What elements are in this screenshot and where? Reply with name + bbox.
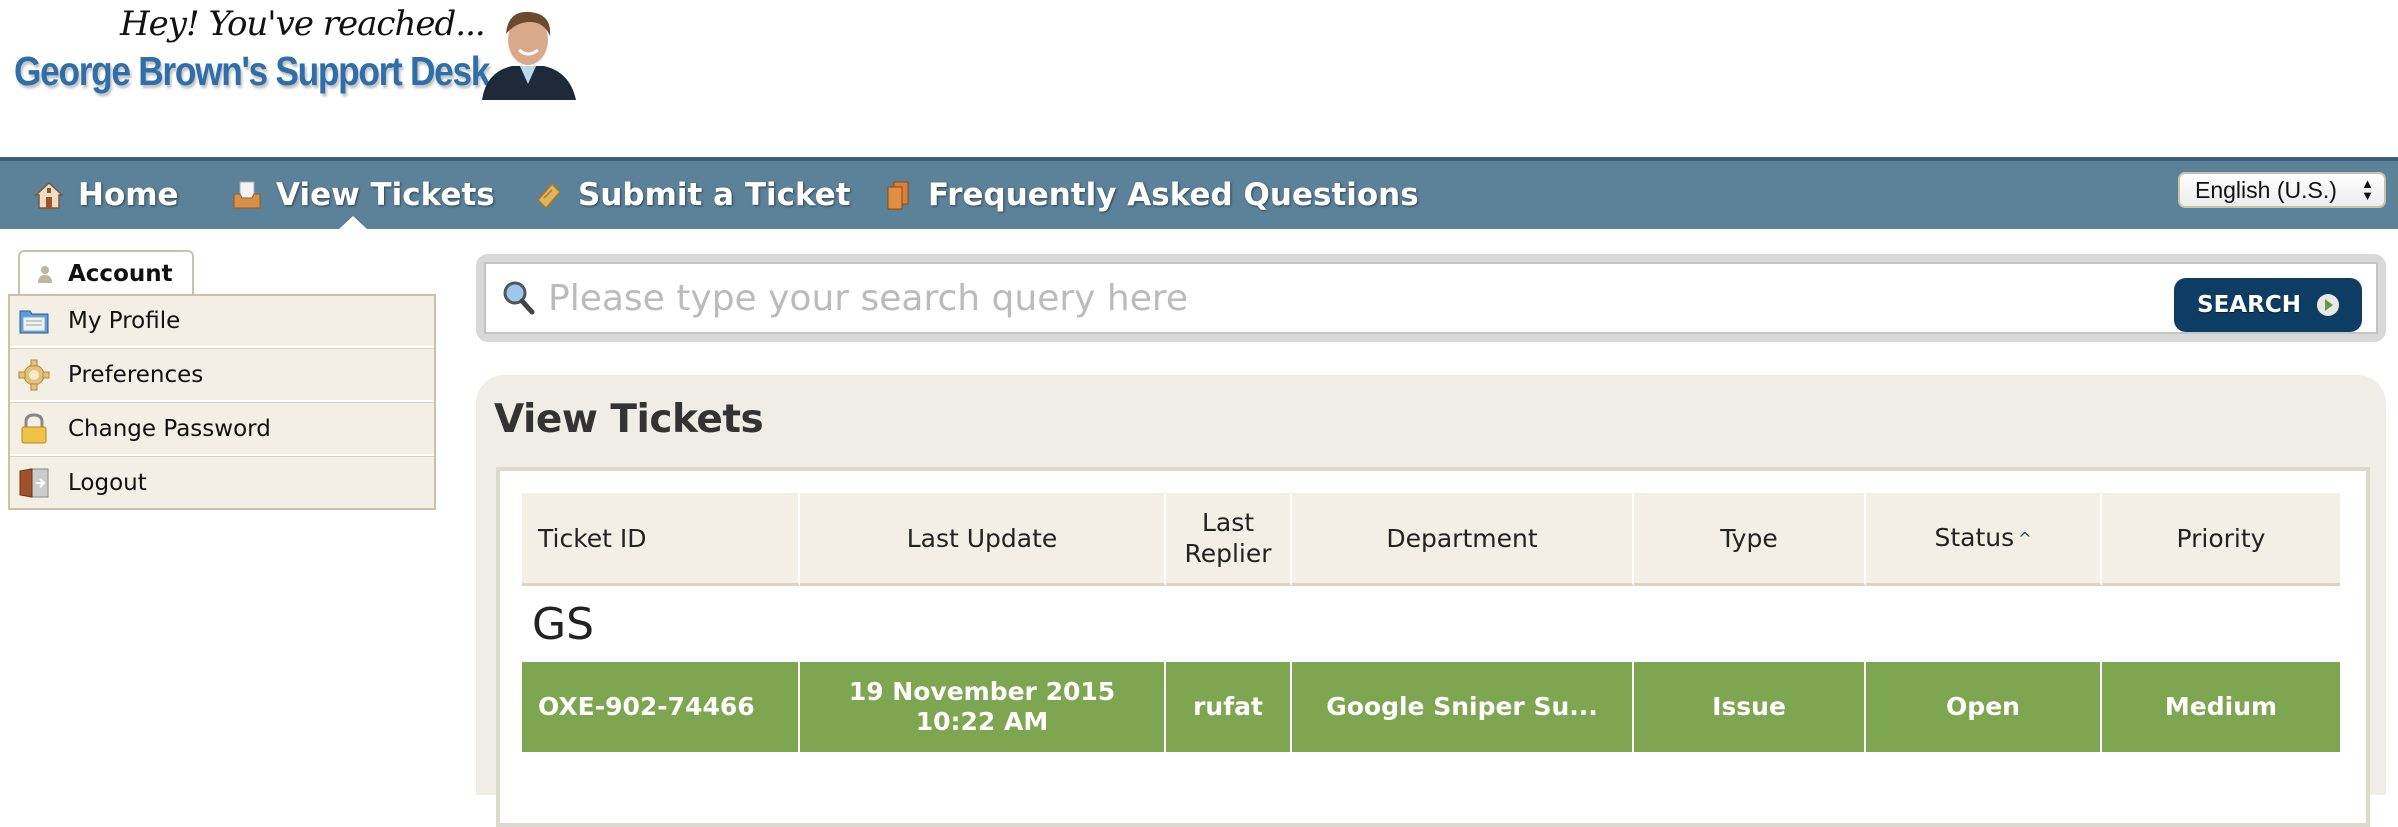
cell-department: Google Sniper Su... bbox=[1292, 662, 1634, 752]
main-nav: Home View Tickets Submit a Ticket Freque… bbox=[0, 157, 2398, 230]
column-header-last-replier[interactable]: Last Replier bbox=[1166, 493, 1292, 586]
cell-ticket-id[interactable]: OXE-902-74466 bbox=[522, 662, 800, 752]
group-header-row: GS bbox=[522, 586, 2340, 662]
column-header-label: Type bbox=[1720, 523, 1778, 553]
user-icon bbox=[38, 266, 52, 283]
tab-account[interactable]: Account bbox=[18, 250, 194, 296]
column-header-status[interactable]: Status ^ bbox=[1866, 493, 2102, 586]
nav-submit-ticket-label: Submit a Ticket bbox=[578, 177, 851, 213]
logo-title: George Brown's Support Desk bbox=[14, 48, 490, 94]
site-header: Hey! You've reached... George Brown's Su… bbox=[0, 0, 2398, 157]
language-select-value: English (U.S.) bbox=[2195, 176, 2337, 203]
cell-last-replier: rufat bbox=[1166, 662, 1292, 752]
nav-home-label: Home bbox=[78, 177, 179, 213]
last-update-time: 10:22 AM bbox=[915, 707, 1049, 736]
sidebar-item-label: My Profile bbox=[68, 308, 181, 334]
sidebar-item-label: Preferences bbox=[68, 362, 204, 388]
ticket-icon bbox=[536, 182, 562, 210]
person-photo-icon bbox=[482, 11, 576, 100]
tickets-table: Ticket ID Last Update Last Replier Depart… bbox=[522, 493, 2340, 752]
cell-last-update: 19 November 2015 10:22 AM bbox=[800, 662, 1166, 752]
column-header-label-line1: Last bbox=[1201, 508, 1255, 537]
column-header-type[interactable]: Type bbox=[1634, 493, 1866, 586]
table-header-row: Ticket ID Last Update Last Replier Depart… bbox=[522, 493, 2340, 586]
column-header-label: Priority bbox=[2176, 523, 2266, 553]
sidebar-item-my-profile[interactable]: My Profile bbox=[10, 296, 434, 348]
padlock-icon bbox=[21, 413, 47, 444]
sidebar-item-label: Logout bbox=[68, 470, 147, 496]
language-select[interactable]: English (U.S.) ▲ ▼ bbox=[2178, 172, 2386, 208]
cell-type: Issue bbox=[1634, 662, 1866, 752]
search-box: SEARCH bbox=[484, 262, 2378, 334]
nav-submit-ticket[interactable]: Submit a Ticket bbox=[534, 161, 851, 229]
cell-priority: Medium bbox=[2102, 662, 2340, 752]
search-input[interactable] bbox=[546, 272, 2050, 324]
books-icon bbox=[887, 181, 909, 210]
search-icon bbox=[503, 281, 535, 315]
site-logo[interactable]: Hey! You've reached... George Brown's Su… bbox=[10, 4, 580, 100]
tab-account-label: Account bbox=[68, 261, 173, 287]
column-header-label: Department bbox=[1386, 523, 1538, 553]
column-header-ticket-id[interactable]: Ticket ID bbox=[522, 493, 800, 586]
profile-folder-icon bbox=[19, 310, 49, 334]
select-arrows-icon: ▲ ▼ bbox=[2361, 176, 2374, 203]
account-menu: My Profile Preferences Change Password L… bbox=[8, 294, 436, 510]
nav-faq-label: Frequently Asked Questions bbox=[928, 177, 1419, 213]
column-header-last-update[interactable]: Last Update bbox=[800, 493, 1166, 586]
nav-faq[interactable]: Frequently Asked Questions bbox=[884, 161, 1419, 229]
inbox-tray-icon bbox=[233, 181, 261, 209]
sort-ascending-icon: ^ bbox=[2018, 529, 2032, 549]
play-arrow-icon bbox=[2316, 294, 2339, 316]
sidebar-item-preferences[interactable]: Preferences bbox=[10, 350, 434, 402]
column-header-priority[interactable]: Priority bbox=[2102, 493, 2340, 586]
group-name: GS bbox=[532, 598, 595, 650]
sidebar-item-label: Change Password bbox=[68, 416, 271, 442]
content-panel: View Tickets Ticket ID Last Update Last R… bbox=[476, 375, 2386, 827]
page-title: View Tickets bbox=[494, 397, 764, 442]
column-header-label: Ticket ID bbox=[538, 523, 647, 553]
house-icon bbox=[34, 181, 64, 209]
gear-icon bbox=[18, 359, 50, 391]
sidebar-item-logout[interactable]: Logout bbox=[10, 458, 434, 508]
nav-home[interactable]: Home bbox=[34, 161, 179, 229]
cell-status: Open bbox=[1866, 662, 2102, 752]
column-header-label: Status bbox=[1934, 522, 2015, 552]
column-header-label: Last Update bbox=[906, 523, 1058, 553]
tickets-container: Ticket ID Last Update Last Replier Depart… bbox=[496, 467, 2370, 827]
search-button[interactable]: SEARCH bbox=[2174, 278, 2362, 332]
door-icon bbox=[19, 468, 49, 498]
column-header-department[interactable]: Department bbox=[1292, 493, 1634, 586]
active-nav-indicator bbox=[338, 216, 368, 230]
nav-view-tickets-label: View Tickets bbox=[276, 177, 495, 213]
logo-tagline: Hey! You've reached... bbox=[120, 4, 486, 44]
sidebar-item-change-password[interactable]: Change Password bbox=[10, 404, 434, 456]
column-header-label-line2: Replier bbox=[1184, 539, 1272, 568]
last-update-date: 19 November 2015 bbox=[848, 677, 1116, 706]
search-button-label: SEARCH bbox=[2197, 292, 2301, 318]
search-bar: SEARCH bbox=[476, 254, 2386, 342]
table-row[interactable]: OXE-902-74466 19 November 2015 10:22 AM r… bbox=[522, 662, 2340, 752]
